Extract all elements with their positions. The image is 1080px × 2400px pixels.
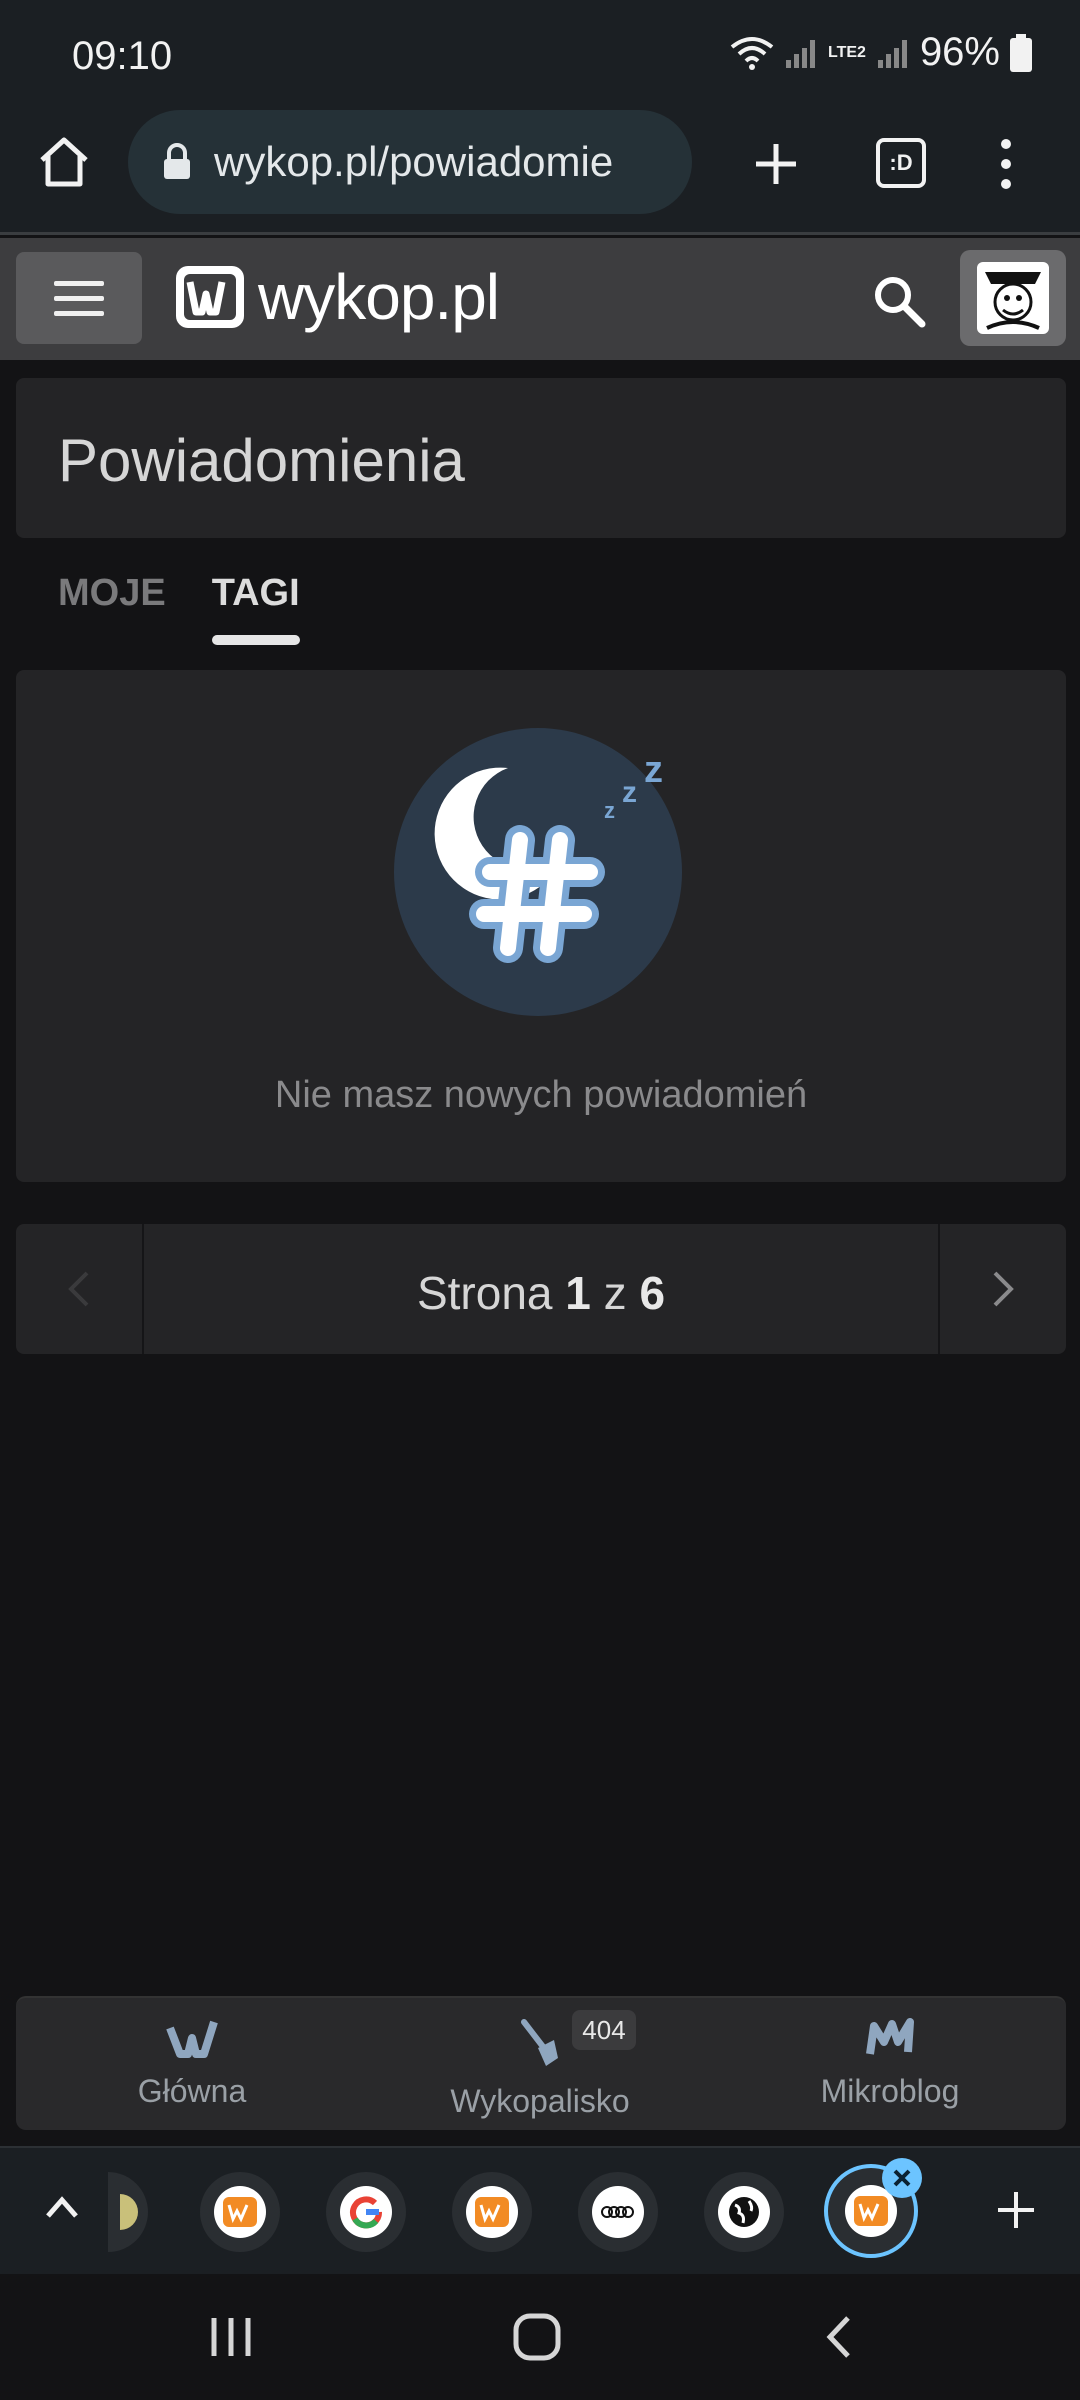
- rings-icon: [601, 2206, 634, 2218]
- lte-indicator: LTE2: [828, 43, 866, 61]
- tab-wykop-2[interactable]: [452, 2172, 532, 2252]
- site-header: wykop.pl: [0, 238, 1080, 360]
- notification-tabs: MOJE TAGI: [58, 572, 300, 645]
- user-avatar[interactable]: [960, 250, 1066, 346]
- nav-glowna-label: Główna: [137, 2073, 247, 2109]
- tab-moje[interactable]: MOJE: [58, 572, 166, 637]
- logo-text: wykop.pl: [258, 261, 500, 333]
- tab-google[interactable]: [326, 2172, 406, 2252]
- page-title: Powiadomienia: [58, 427, 465, 494]
- tab-globe[interactable]: [704, 2172, 784, 2252]
- chevron-right-icon: [993, 1271, 1014, 1307]
- page-title-card: Powiadomienia: [16, 378, 1066, 538]
- battery-icon: [1010, 33, 1032, 72]
- more-menu-icon[interactable]: [988, 136, 1024, 192]
- nav-wykopalisko-label: Wykopalisko: [450, 2083, 630, 2119]
- wykopalisko-count-badge: 404: [572, 2010, 636, 2050]
- hamburger-menu-button[interactable]: [16, 252, 142, 344]
- tab-tagi[interactable]: TAGI: [211, 572, 300, 645]
- sleeping-hashtag-icon: z z z: [394, 728, 682, 1016]
- wykop-tab-icon: [223, 2197, 257, 2227]
- menu-line-icon: [54, 310, 104, 316]
- nav-mikroblog-label: Mikroblog: [820, 2073, 960, 2109]
- tab-partial[interactable]: [108, 2172, 148, 2252]
- search-icon[interactable]: [872, 274, 926, 328]
- browser-toolbar: wykop.pl/powiadomie :D: [0, 110, 1080, 235]
- nav-mikroblog[interactable]: Mikroblog: [740, 2018, 1040, 2110]
- chevron-left-icon: [68, 1271, 89, 1307]
- tab-audi[interactable]: [578, 2172, 658, 2252]
- empty-state-message: Nie masz nowych powiadomień: [274, 1074, 808, 1116]
- new-tab-icon[interactable]: [752, 140, 800, 188]
- page-separator: z: [603, 1267, 627, 1319]
- total-pages: 6: [639, 1267, 666, 1319]
- page-prefix: Strona: [416, 1267, 553, 1319]
- page-indicator: Strona 1 z 6: [144, 1266, 938, 1320]
- site-logo[interactable]: wykop.pl: [172, 260, 500, 334]
- google-icon: [350, 2196, 383, 2229]
- svg-text:z: z: [622, 776, 637, 809]
- svg-text:z: z: [644, 749, 663, 791]
- avatar-image: [977, 262, 1049, 334]
- close-tab-button[interactable]: [882, 2158, 922, 2198]
- battery-percent: 96%: [919, 30, 1000, 74]
- back-icon[interactable]: [824, 2314, 854, 2360]
- next-page-button[interactable]: [938, 1224, 1066, 1354]
- close-icon: [893, 2169, 911, 2187]
- empty-state-card: z z z Nie masz nowych powiadomień: [16, 670, 1066, 1182]
- status-icons: LTE2 96%: [730, 30, 1032, 75]
- wykop-tab-icon: [475, 2197, 509, 2227]
- home-button-icon[interactable]: [512, 2312, 562, 2362]
- menu-line-icon: [54, 295, 104, 301]
- previous-page-button[interactable]: [16, 1224, 144, 1354]
- clock: 09:10: [72, 34, 173, 78]
- status-bar: 09:10 LTE2 96%: [0, 0, 1080, 110]
- pagination: Strona 1 z 6: [16, 1224, 1066, 1354]
- wykop-home-icon: [166, 2020, 218, 2058]
- tab-switcher-button[interactable]: :D: [876, 138, 926, 188]
- system-navigation-bar: [0, 2274, 1080, 2400]
- lock-icon: [164, 143, 190, 179]
- current-page: 1: [565, 1267, 591, 1319]
- mikroblog-icon: [866, 2018, 914, 2055]
- recent-apps-icon[interactable]: [208, 2314, 254, 2360]
- wykop-tab-icon: [854, 2196, 888, 2226]
- wifi-icon: [730, 36, 774, 70]
- home-icon[interactable]: [36, 134, 92, 190]
- moon-icon: [120, 2194, 138, 2230]
- address-bar[interactable]: wykop.pl/powiadomie: [128, 110, 692, 214]
- menu-line-icon: [54, 280, 104, 286]
- svg-text:z: z: [604, 798, 615, 823]
- wykop-logo-icon: [176, 266, 244, 328]
- signal-icon-2: [877, 39, 907, 68]
- shovel-icon: [521, 2019, 558, 2066]
- chevron-up-icon[interactable]: [44, 2192, 80, 2222]
- signal-icon: [786, 39, 815, 68]
- nav-glowna[interactable]: Główna: [42, 2018, 342, 2110]
- tab-wykop-1[interactable]: [200, 2172, 280, 2252]
- nav-wykopalisko[interactable]: Wykopalisko: [390, 2018, 690, 2120]
- url-text: wykop.pl/powiadomie: [214, 138, 614, 185]
- globe-icon: [729, 2197, 759, 2227]
- browser-tab-strip: [0, 2146, 1080, 2274]
- bottom-navigation: Główna Wykopalisko Mikroblog: [16, 1996, 1066, 2130]
- add-tab-icon[interactable]: [996, 2190, 1036, 2230]
